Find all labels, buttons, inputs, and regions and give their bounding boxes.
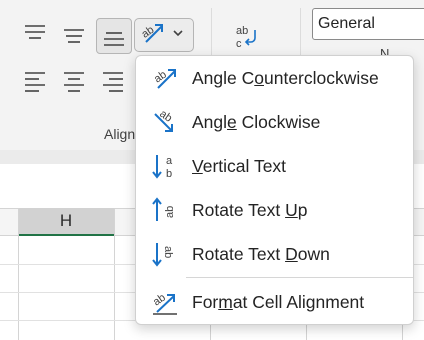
menu-item-rotate-text-up[interactable]: ab Rotate Text Up bbox=[136, 188, 413, 232]
orientation-menu: ab Angle Counterclockwise ab Angle Clock… bbox=[135, 55, 414, 325]
format-cell-alignment-icon: ab bbox=[151, 288, 179, 316]
svg-text:b: b bbox=[166, 168, 172, 180]
menu-item-rotate-text-down[interactable]: ab Rotate Text Down bbox=[136, 232, 413, 276]
menu-item-angle-clockwise[interactable]: ab Angle Clockwise bbox=[136, 100, 413, 144]
align-right-icon[interactable] bbox=[98, 66, 128, 96]
svg-text:a: a bbox=[166, 155, 173, 167]
middle-align-icon[interactable] bbox=[59, 20, 89, 50]
wrap-text-icon[interactable]: ab c bbox=[232, 22, 262, 52]
menu-item-format-cell-alignment[interactable]: ab Format Cell Alignment bbox=[136, 280, 413, 324]
rotate-text-up-icon: ab bbox=[151, 196, 179, 224]
menu-item-angle-counterclockwise[interactable]: ab Angle Counterclockwise bbox=[136, 56, 413, 100]
svg-text:ab: ab bbox=[157, 108, 174, 125]
menu-item-label: Format Cell Alignment bbox=[192, 291, 365, 312]
menu-item-label: Rotate Text Up bbox=[192, 199, 308, 220]
menu-item-label: Angle Counterclockwise bbox=[192, 67, 379, 88]
svg-text:ab: ab bbox=[162, 246, 174, 258]
number-format-dropdown[interactable]: General bbox=[312, 8, 424, 40]
align-left-icon[interactable] bbox=[20, 66, 50, 96]
column-header-h[interactable]: H bbox=[18, 208, 114, 236]
rotate-text-down-icon: ab bbox=[151, 240, 179, 268]
orientation-button[interactable]: ab bbox=[134, 18, 194, 52]
menu-separator bbox=[186, 277, 413, 278]
menu-item-label: Rotate Text Down bbox=[192, 243, 330, 264]
angle-counterclockwise-icon: ab bbox=[151, 64, 179, 92]
svg-text:ab: ab bbox=[140, 23, 156, 40]
top-align-icon[interactable] bbox=[20, 18, 50, 48]
svg-text:ab: ab bbox=[152, 69, 169, 86]
menu-item-label: Vertical Text bbox=[192, 155, 287, 176]
alignment-group-label: Align bbox=[104, 126, 136, 142]
svg-text:ab: ab bbox=[236, 25, 248, 37]
svg-text:c: c bbox=[236, 38, 242, 50]
vertical-text-icon: a b bbox=[151, 152, 179, 180]
bottom-align-icon[interactable] bbox=[96, 18, 132, 54]
angle-clockwise-icon: ab bbox=[151, 108, 179, 136]
orientation-icon: ab bbox=[139, 20, 166, 51]
svg-text:ab: ab bbox=[164, 206, 176, 218]
chevron-down-icon bbox=[172, 26, 184, 44]
svg-text:ab: ab bbox=[151, 292, 168, 309]
align-center-icon[interactable] bbox=[59, 66, 89, 96]
menu-item-label: Angle Clockwise bbox=[192, 111, 321, 132]
menu-item-vertical-text[interactable]: a b Vertical Text bbox=[136, 144, 413, 188]
